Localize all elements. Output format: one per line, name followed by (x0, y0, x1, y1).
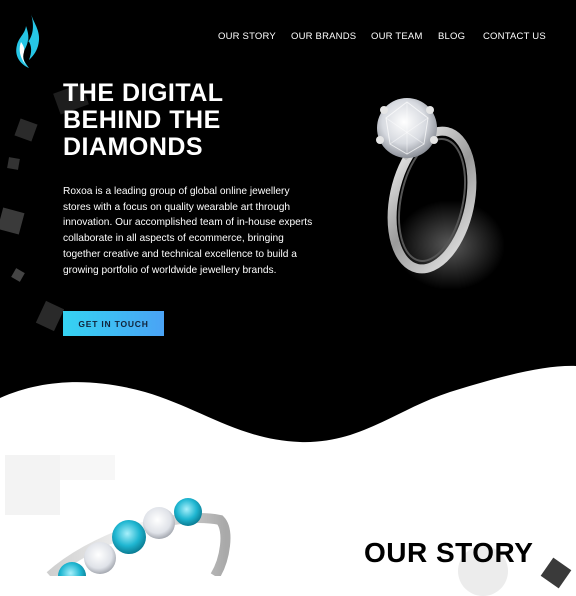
hero-title-line: DIAMONDS (63, 133, 204, 161)
hero-description: Roxoa is a leading group of global onlin… (63, 186, 313, 276)
get-in-touch-button[interactable]: GET IN TOUCH (63, 311, 164, 336)
hero-title-line: BEHIND THE (63, 106, 221, 134)
diamond-ring-icon (376, 98, 505, 290)
nav-contact-us[interactable]: CONTACT US (483, 31, 546, 42)
cube-decoration (60, 455, 115, 480)
hero-title-line: THE DIGITAL (63, 79, 224, 107)
nav-our-story[interactable]: OUR STORY (218, 31, 276, 42)
nav-blog[interactable]: BLOG (438, 31, 465, 42)
gemstone-ring-icon (46, 498, 231, 576)
hero-title: THE DIGITAL BEHIND THE DIAMONDS (63, 80, 323, 161)
main-nav: OUR STORY OUR BRANDS OUR TEAM BLOG CONTA… (0, 31, 576, 45)
nav-our-brands[interactable]: OUR BRANDS (291, 31, 356, 42)
nav-our-team[interactable]: OUR TEAM (371, 31, 423, 42)
section-title-our-story: OUR STORY (364, 537, 534, 568)
